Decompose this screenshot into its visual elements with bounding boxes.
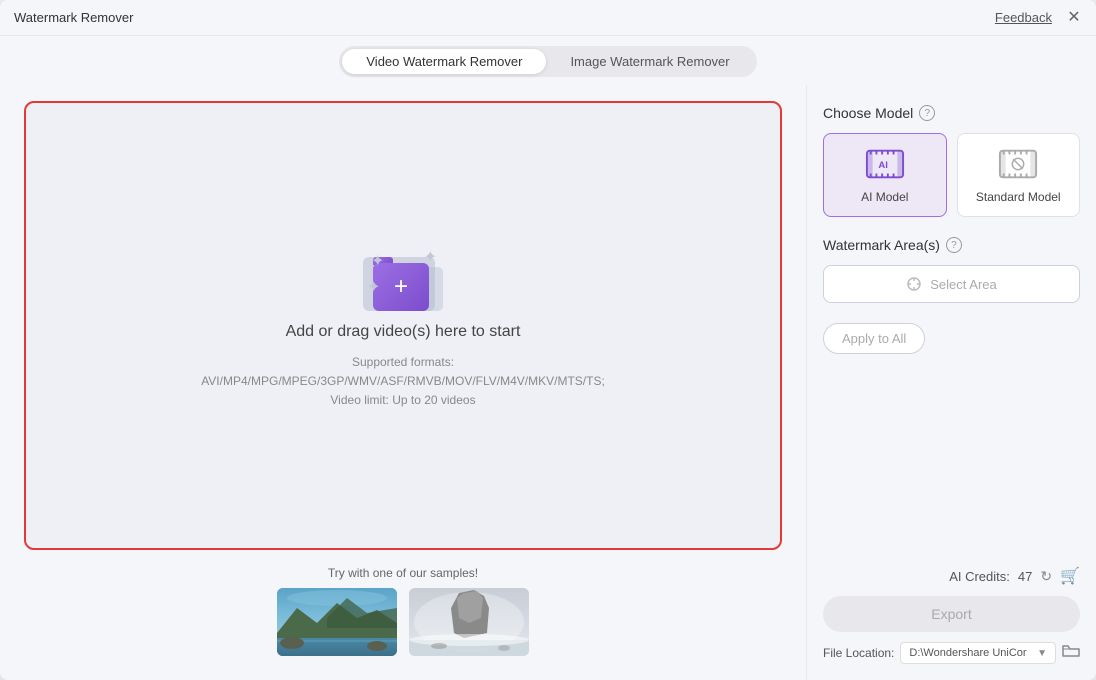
file-path-display: D:\Wondershare UniCor ▼ — [900, 642, 1056, 664]
choose-model-title: Choose Model ? — [823, 105, 1080, 121]
title-bar-controls: Feedback ✕ — [995, 10, 1082, 26]
export-button[interactable]: Export — [823, 596, 1080, 632]
ai-credits-label: AI Credits: — [949, 569, 1010, 584]
drop-zone-sub-text: Supported formats: AVI/MP4/MPG/MPEG/3GP/… — [201, 353, 605, 411]
choose-model-help-icon[interactable]: ? — [919, 105, 935, 121]
main-content: + ✦ ✦ ✦ Add or drag video(s) here to sta… — [0, 85, 1096, 680]
folder-open-svg — [1062, 643, 1080, 659]
select-area-button[interactable]: Select Area — [823, 265, 1080, 303]
drop-zone-main-text: Add or drag video(s) here to start — [286, 323, 521, 341]
samples-row — [277, 588, 529, 656]
sparkle-bottom-left-icon: ✦ — [367, 277, 380, 297]
folder-icon-wrap: + ✦ ✦ ✦ — [363, 241, 443, 311]
right-panel: Choose Model ? — [806, 85, 1096, 680]
select-area-label: Select Area — [930, 277, 997, 292]
plus-icon: + — [394, 275, 408, 299]
dropdown-arrow-icon[interactable]: ▼ — [1037, 648, 1047, 659]
open-folder-icon[interactable] — [1062, 643, 1080, 664]
select-area-icon — [906, 276, 922, 292]
sparkle-top-left-icon: ✦ — [371, 251, 384, 271]
left-panel: + ✦ ✦ ✦ Add or drag video(s) here to sta… — [0, 85, 806, 680]
drop-zone[interactable]: + ✦ ✦ ✦ Add or drag video(s) here to sta… — [24, 101, 782, 550]
supported-formats-label: Supported formats: — [352, 355, 454, 369]
ai-film-icon: AI — [865, 146, 905, 182]
ai-model-icon: AI — [865, 146, 905, 182]
model-section: Choose Model ? — [823, 105, 1080, 217]
samples-section: Try with one of our samples! — [24, 566, 782, 664]
tab-image-watermark[interactable]: Image Watermark Remover — [546, 49, 753, 74]
video-limit-text: Video limit: Up to 20 videos — [330, 393, 475, 407]
app-title: Watermark Remover — [14, 10, 133, 25]
refresh-icon[interactable]: ↻ — [1040, 568, 1052, 585]
choose-model-label: Choose Model — [823, 105, 913, 121]
apply-all-button[interactable]: Apply to All — [823, 323, 925, 354]
sample-thumbnail-1[interactable] — [277, 588, 397, 656]
ai-model-card[interactable]: AI AI Model — [823, 133, 947, 217]
tab-video-watermark[interactable]: Video Watermark Remover — [342, 49, 546, 74]
ai-model-label: AI Model — [861, 190, 908, 204]
standard-model-icon — [998, 146, 1038, 182]
ai-credits-value: 47 — [1018, 569, 1032, 584]
standard-film-icon — [998, 146, 1038, 182]
model-cards: AI AI Model — [823, 133, 1080, 217]
sample-1-image — [277, 588, 397, 656]
watermark-area-help-icon[interactable]: ? — [946, 237, 962, 253]
samples-label: Try with one of our samples! — [328, 566, 478, 580]
file-path-value: D:\Wondershare UniCor — [909, 647, 1026, 659]
standard-model-card[interactable]: Standard Model — [957, 133, 1081, 217]
file-location-label: File Location: — [823, 646, 894, 660]
file-location-row: File Location: D:\Wondershare UniCor ▼ — [823, 642, 1080, 664]
sample-thumbnail-2[interactable] — [409, 588, 529, 656]
bottom-section: AI Credits: 47 ↻ 🛒 Export File Location:… — [823, 566, 1080, 664]
close-button[interactable]: ✕ — [1066, 10, 1082, 26]
watermark-area-section: Watermark Area(s) ? Select Area — [823, 237, 1080, 303]
watermark-area-title: Watermark Area(s) ? — [823, 237, 1080, 253]
supported-formats-value: AVI/MP4/MPG/MPEG/3GP/WMV/ASF/RMVB/MOV/FL… — [201, 374, 605, 388]
main-window: Watermark Remover Feedback ✕ Video Water… — [0, 0, 1096, 680]
ai-credits-row: AI Credits: 47 ↻ 🛒 — [823, 566, 1080, 586]
feedback-link[interactable]: Feedback — [995, 10, 1052, 25]
sparkle-top-right-icon: ✦ — [424, 247, 437, 267]
sample-2-image — [409, 588, 529, 656]
apply-all-section: Apply to All — [823, 323, 1080, 354]
tab-bar: Video Watermark Remover Image Watermark … — [0, 36, 1096, 85]
svg-text:AI: AI — [878, 160, 888, 171]
standard-model-label: Standard Model — [976, 190, 1061, 204]
spacer — [823, 374, 1080, 546]
watermark-area-label: Watermark Area(s) — [823, 237, 940, 253]
cart-icon[interactable]: 🛒 — [1060, 566, 1080, 586]
title-bar: Watermark Remover Feedback ✕ — [0, 0, 1096, 36]
tab-container: Video Watermark Remover Image Watermark … — [339, 46, 756, 77]
